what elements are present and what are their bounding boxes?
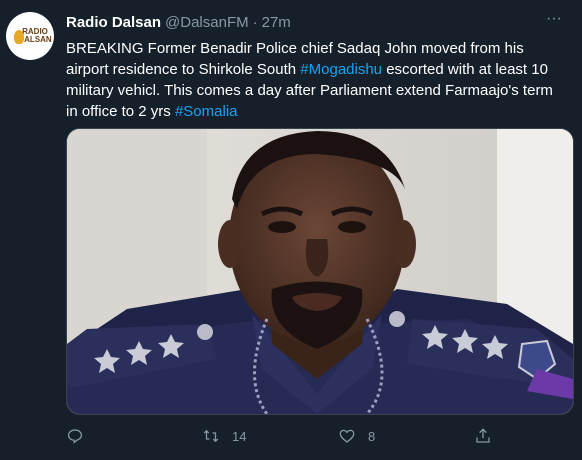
retweet-count: 14 (232, 428, 247, 444)
tweet-media-image[interactable] (66, 128, 574, 415)
retweet-icon (203, 429, 219, 443)
author-handle[interactable]: @DalsanFM (165, 14, 249, 31)
tweet-actions: 14 8 (66, 425, 506, 447)
like-count: 8 (368, 428, 376, 444)
retweet-button[interactable]: 14 (202, 427, 246, 445)
heart-icon (339, 429, 355, 443)
like-button[interactable]: 8 (338, 427, 375, 445)
tweet-card[interactable]: RADIO DALSAN Radio Dalsan @DalsanFM · 27… (0, 0, 582, 460)
tweet-timestamp[interactable]: 27m (262, 14, 291, 31)
police-officer-photo (67, 129, 573, 414)
share-upload-icon (476, 428, 490, 443)
author-name[interactable]: Radio Dalsan (66, 14, 161, 31)
tweet-header: Radio Dalsan @DalsanFM · 27m (66, 12, 291, 32)
more-dots-icon: ··· (546, 10, 562, 27)
more-options-button[interactable]: ··· (544, 10, 564, 32)
comment-bubble-icon (67, 429, 83, 444)
separator-dot: · (252, 13, 258, 31)
tweet-text: BREAKING Former Benadir Police chief Sad… (66, 38, 566, 122)
radio-dalsan-logo-icon (14, 30, 24, 44)
share-button[interactable] (474, 427, 492, 445)
hashtag-somalia[interactable]: #Somalia (175, 103, 238, 120)
reply-button[interactable] (66, 427, 84, 445)
hashtag-mogadishu[interactable]: #Mogadishu (300, 61, 382, 78)
avatar[interactable]: RADIO DALSAN (6, 12, 54, 60)
